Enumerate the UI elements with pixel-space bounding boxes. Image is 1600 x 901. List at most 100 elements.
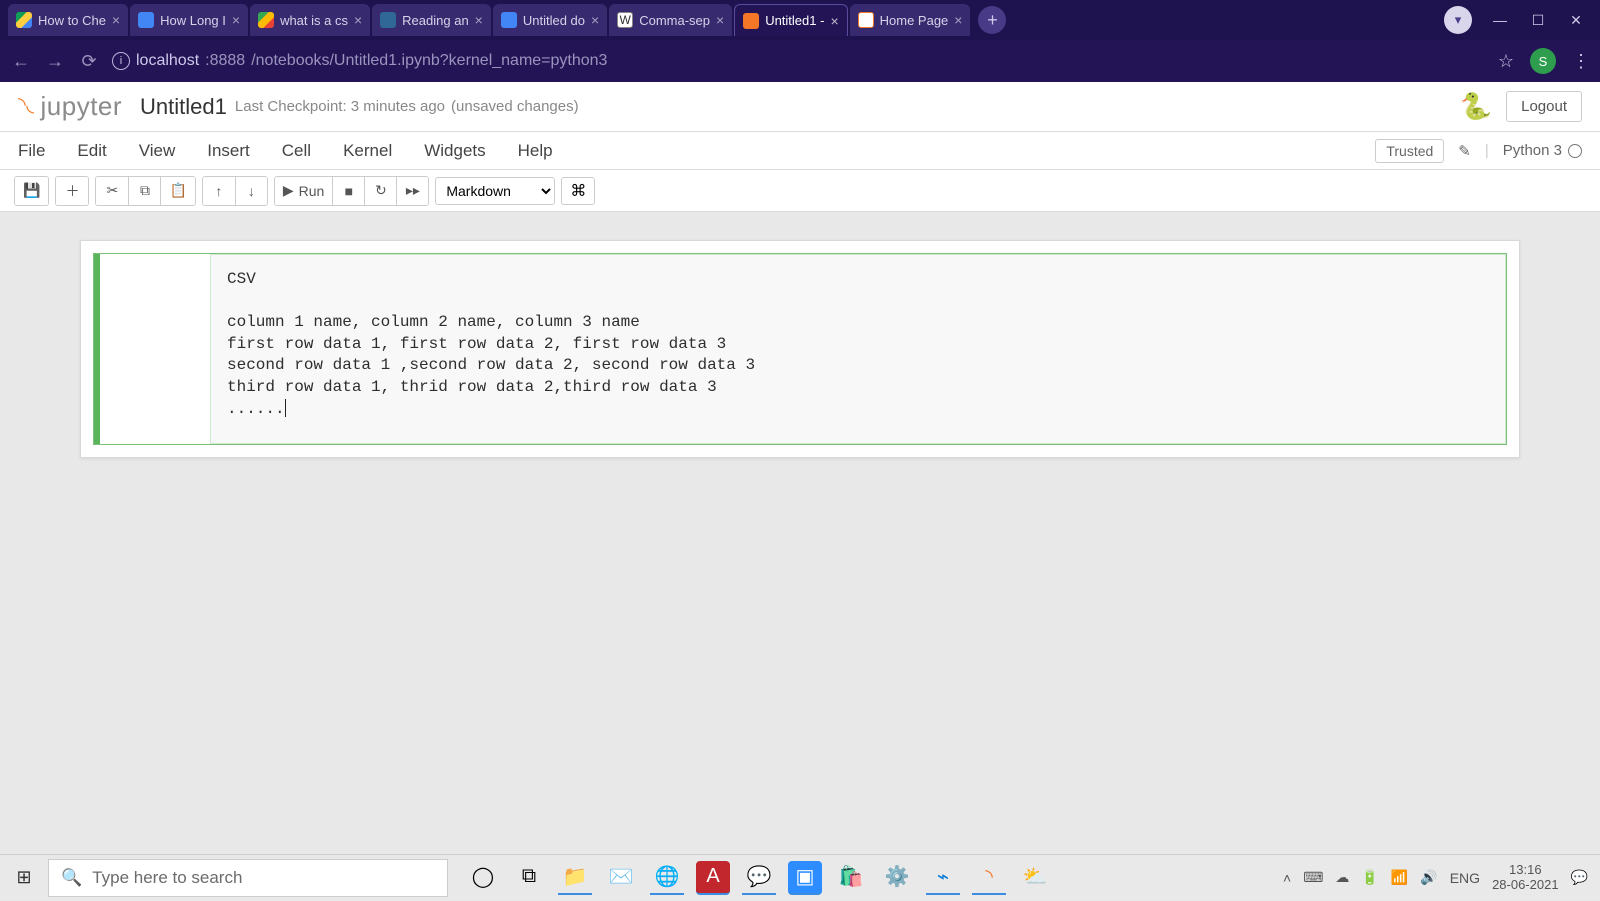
start-button[interactable]: ⊞	[0, 855, 48, 901]
zoom-icon[interactable]: ▣	[788, 861, 822, 895]
menu-edit[interactable]: Edit	[77, 141, 106, 161]
docs-icon	[501, 12, 517, 28]
copy-button[interactable]: ⧉	[128, 177, 160, 205]
tab-title: Reading an	[402, 13, 469, 28]
tab-title: How to Che	[38, 13, 106, 28]
browser-tab[interactable]: what is a cs ×	[250, 4, 370, 36]
menu-widgets[interactable]: Widgets	[424, 141, 485, 161]
python-icon	[380, 12, 396, 28]
new-tab-button[interactable]: +	[978, 6, 1006, 34]
close-icon[interactable]: ×	[475, 12, 483, 28]
file-explorer-icon[interactable]: 📁	[558, 861, 592, 895]
bookmark-star-icon[interactable]: ☆	[1498, 51, 1514, 72]
jupyter-brand-text: jupyter	[41, 91, 123, 122]
notebook-name[interactable]: Untitled1	[140, 94, 227, 120]
restart-button[interactable]: ↻	[364, 177, 396, 205]
browser-tab[interactable]: Untitled do ×	[493, 4, 607, 36]
search-placeholder: Type here to search	[92, 868, 242, 888]
acrobat-icon[interactable]: A	[696, 861, 730, 895]
logout-button[interactable]: Logout	[1506, 91, 1582, 122]
toolbar: 💾 ＋ ✂ ⧉ 📋 ↑ ↓ ▶Run ■ ↻ ▸▸ Markdown ⌘	[0, 170, 1600, 212]
menu-kernel[interactable]: Kernel	[343, 141, 392, 161]
close-icon[interactable]: ×	[954, 12, 962, 28]
tray-language[interactable]: ENG	[1450, 870, 1480, 886]
maximize-button[interactable]: ☐	[1528, 12, 1548, 29]
menu-cell[interactable]: Cell	[282, 141, 311, 161]
close-icon[interactable]: ×	[830, 13, 838, 29]
menu-help[interactable]: Help	[518, 141, 553, 161]
weather-icon[interactable]: ⛅	[1018, 861, 1052, 895]
close-window-button[interactable]: ✕	[1566, 12, 1586, 29]
taskbar-search[interactable]: 🔍 Type here to search	[48, 859, 448, 897]
taskview-icon[interactable]: ⧉	[512, 861, 546, 895]
cut-button[interactable]: ✂	[96, 177, 128, 205]
mail-icon[interactable]: ✉️	[604, 861, 638, 895]
command-palette-button[interactable]: ⌘	[561, 177, 595, 205]
close-icon[interactable]: ×	[112, 12, 120, 28]
tab-title: Untitled do	[523, 13, 585, 28]
run-all-button[interactable]: ▸▸	[396, 177, 428, 205]
whatsapp-icon[interactable]: 💬	[742, 861, 776, 895]
markdown-cell[interactable]: CSV column 1 name, column 2 name, column…	[93, 253, 1507, 445]
url-box[interactable]: i localhost:8888/notebooks/Untitled1.ipy…	[112, 52, 607, 70]
move-up-button[interactable]: ↑	[203, 177, 235, 205]
back-button[interactable]: ←	[10, 51, 32, 72]
browser-profile-icon[interactable]: ▾	[1444, 6, 1472, 34]
kernel-indicator[interactable]: Python 3	[1503, 142, 1582, 159]
menu-insert[interactable]: Insert	[207, 141, 250, 161]
tab-title: How Long I	[160, 13, 226, 28]
browser-tab[interactable]: How to Che ×	[8, 4, 128, 36]
tray-date: 28-06-2021	[1492, 878, 1559, 892]
notebook-container: CSV column 1 name, column 2 name, column…	[80, 240, 1520, 458]
profile-avatar[interactable]: S	[1530, 48, 1556, 74]
close-icon[interactable]: ×	[716, 12, 724, 28]
run-button[interactable]: ▶Run	[275, 177, 332, 205]
browser-menu-icon[interactable]: ⋮	[1572, 51, 1590, 72]
paste-button[interactable]: 📋	[160, 177, 194, 205]
site-info-icon[interactable]: i	[112, 52, 130, 70]
docs-icon	[138, 12, 154, 28]
tray-notifications-icon[interactable]: 💬	[1571, 869, 1588, 886]
jupyter-taskbar-icon[interactable]: ◝	[972, 861, 1006, 895]
browser-tab[interactable]: Home Page ×	[850, 4, 971, 36]
move-down-button[interactable]: ↓	[235, 177, 267, 205]
window-controls: ▾ — ☐ ✕	[1444, 6, 1600, 34]
windows-taskbar: ⊞ 🔍 Type here to search ◯ ⧉ 📁 ✉️ 🌐 A 💬 ▣…	[0, 854, 1600, 900]
cortana-icon[interactable]: ◯	[466, 861, 500, 895]
cell-type-select[interactable]: Markdown	[435, 177, 555, 205]
reload-button[interactable]: ⟳	[78, 51, 100, 72]
tray-volume-icon[interactable]: 🔊	[1420, 869, 1437, 886]
menu-view[interactable]: View	[139, 141, 176, 161]
menu-file[interactable]: File	[18, 141, 45, 161]
settings-icon[interactable]: ⚙️	[880, 861, 914, 895]
tray-clock[interactable]: 13:16 28-06-2021	[1492, 863, 1559, 892]
trusted-indicator[interactable]: Trusted	[1375, 139, 1444, 163]
interrupt-button[interactable]: ■	[332, 177, 364, 205]
browser-tab[interactable]: W Comma-sep ×	[609, 4, 732, 36]
insert-cell-button[interactable]: ＋	[56, 177, 88, 205]
browser-tab[interactable]: Reading an ×	[372, 4, 491, 36]
forward-button[interactable]: →	[44, 51, 66, 72]
checkpoint-text: Last Checkpoint: 3 minutes ago	[235, 98, 445, 115]
kernel-status-icon	[1568, 144, 1582, 158]
tray-battery-icon[interactable]: 🔋	[1361, 869, 1378, 886]
tray-chevron-icon[interactable]: ˄	[1283, 870, 1291, 886]
cell-editor[interactable]: CSV column 1 name, column 2 name, column…	[210, 254, 1506, 444]
browser-tab-active[interactable]: Untitled1 - ×	[734, 4, 847, 36]
tab-title: what is a cs	[280, 13, 348, 28]
save-button[interactable]: 💾	[15, 177, 48, 205]
close-icon[interactable]: ×	[232, 12, 240, 28]
browser-tab[interactable]: How Long I ×	[130, 4, 248, 36]
close-icon[interactable]: ×	[354, 12, 362, 28]
unsaved-text: (unsaved changes)	[451, 98, 579, 115]
vscode-icon[interactable]: ⌁	[926, 861, 960, 895]
tray-keyboard-icon[interactable]: ⌨	[1303, 869, 1323, 886]
close-icon[interactable]: ×	[591, 12, 599, 28]
ms-store-icon[interactable]: 🛍️	[834, 861, 868, 895]
tray-wifi-icon[interactable]: 📶	[1391, 869, 1408, 886]
chrome-icon[interactable]: 🌐	[650, 861, 684, 895]
minimize-button[interactable]: —	[1490, 12, 1510, 28]
jupyter-logo[interactable]: ◝◟ jupyter	[18, 91, 122, 122]
python-logo-icon: 🐍	[1460, 91, 1492, 122]
tray-onedrive-icon[interactable]: ☁	[1335, 869, 1349, 886]
